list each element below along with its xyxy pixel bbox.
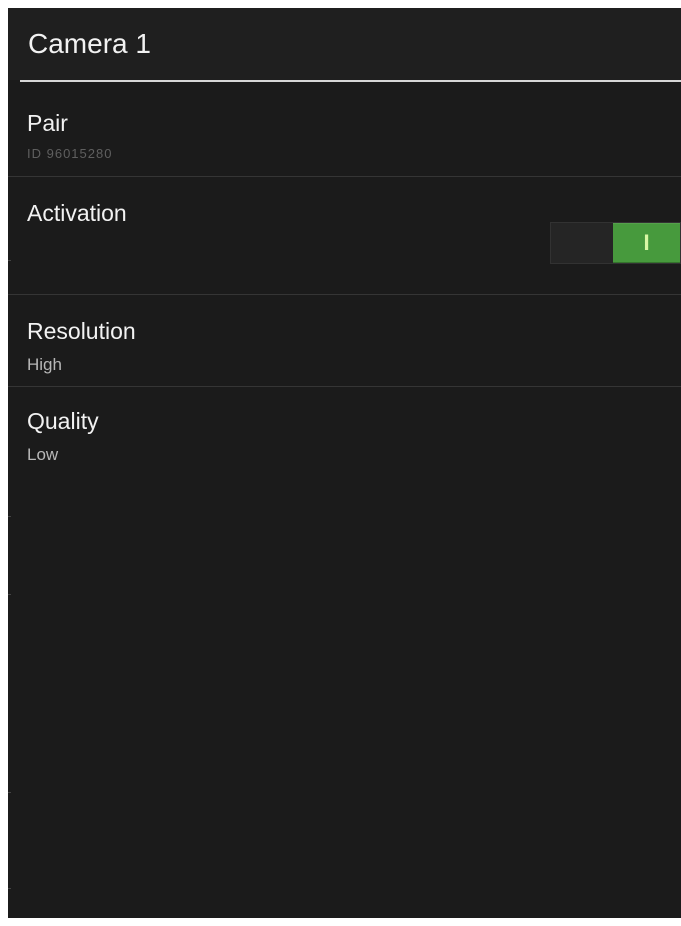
action-bar: Camera 1	[8, 8, 681, 80]
pref-quality[interactable]: Quality Low	[8, 387, 681, 478]
pref-activation[interactable]: Activation I	[8, 177, 681, 294]
pref-resolution-title: Resolution	[27, 318, 136, 344]
edge-tick	[8, 888, 11, 889]
pref-resolution-summary: High	[27, 355, 62, 374]
edge-tick	[8, 594, 11, 595]
edge-tick	[8, 260, 11, 261]
settings-screen: Camera 1 Pair ID 96015280 Activation I R…	[8, 8, 681, 918]
toggle-thumb: I	[613, 223, 680, 263]
pref-resolution[interactable]: Resolution High	[8, 295, 681, 386]
pref-pair-title: Pair	[27, 110, 68, 136]
pref-quality-title: Quality	[27, 408, 99, 434]
page-title: Camera 1	[28, 28, 151, 59]
activation-toggle[interactable]: I	[550, 222, 681, 264]
edge-tick	[8, 792, 11, 793]
pref-pair[interactable]: Pair ID 96015280	[8, 82, 681, 176]
edge-tick	[8, 516, 11, 517]
pref-pair-summary: ID 96015280	[27, 146, 113, 161]
toggle-on-label: I	[643, 230, 650, 255]
pref-quality-summary: Low	[27, 445, 59, 464]
pref-activation-title: Activation	[27, 200, 127, 226]
